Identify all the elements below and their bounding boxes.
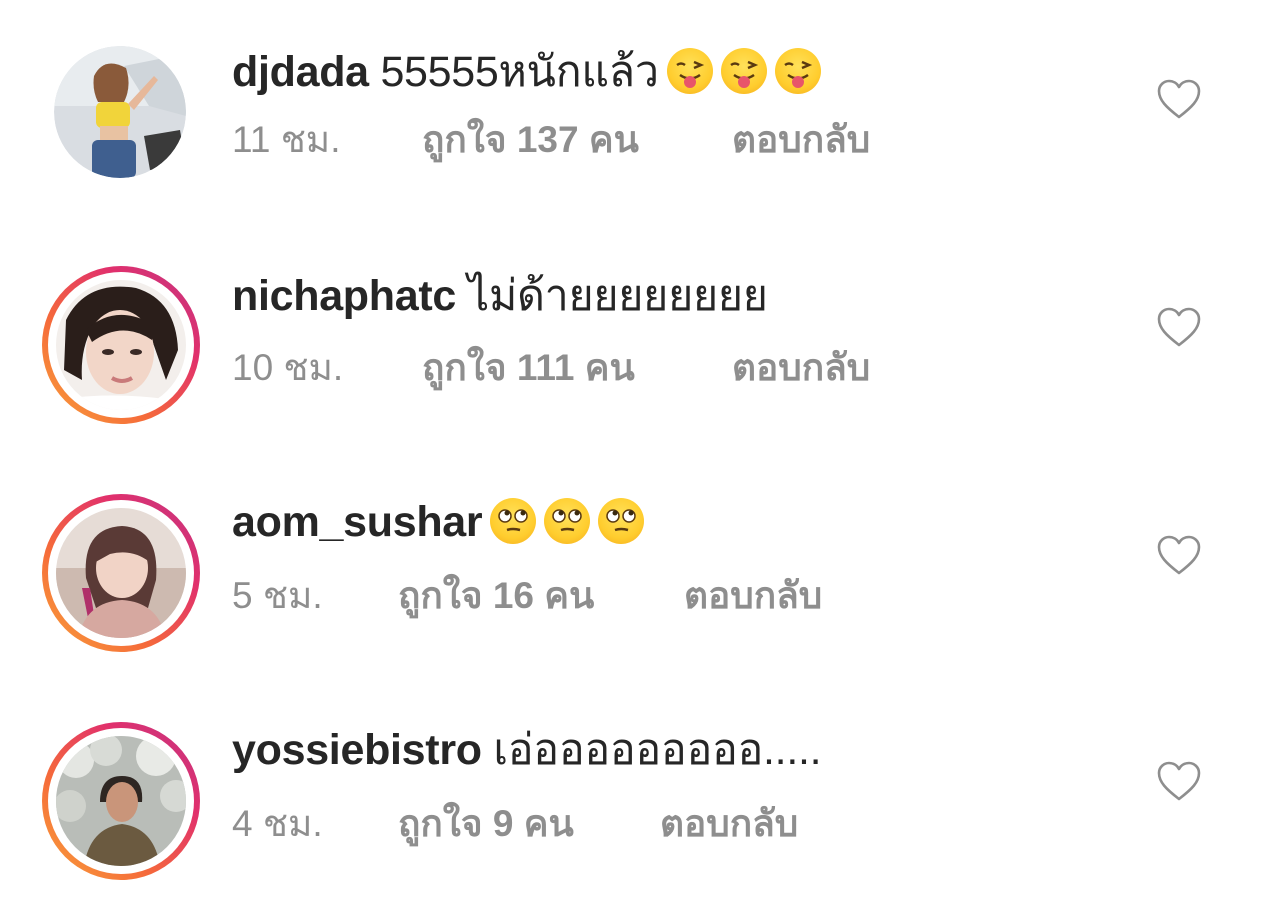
comment-meta: 5 ชม. ถูกใจ 16 คน ตอบกลับ [232,574,822,618]
avatar-photo [54,46,186,178]
avatar[interactable] [42,266,200,424]
comment-item: nichaphatc ไม่ด้ายยยยยยยย 10 ชม. ถูกใจ 11… [0,256,1280,456]
comment-item: djdada 55555หนักแล้ว 11 ชม. ถูกใจ 137 คนต… [0,30,1280,230]
tongue-wink-emoji-icon [666,48,713,94]
rolling-eyes-emoji-icon [598,498,645,544]
comment-line: aom_sushar [232,496,645,548]
comment-meta: 10 ชม. ถูกใจ 111 คน ตอบกลับ [232,346,870,390]
reply-button[interactable]: ตอบกลับ [732,346,870,390]
comment-text: ไม่ด้ายยยยยยยย [467,272,768,320]
heart-outline-icon[interactable] [1156,306,1202,348]
comment-username[interactable]: aom_sushar [232,498,483,546]
tongue-wink-emoji-icon [774,48,821,94]
comment-line: nichaphatc ไม่ด้ายยยยยยยย [232,270,768,322]
reply-button[interactable]: ตอบกลับ [732,118,870,162]
heart-outline-icon[interactable] [1156,78,1202,120]
reply-button[interactable]: ตอบกลับ [684,574,822,618]
avatar-photo [56,508,186,638]
avatar[interactable] [42,722,200,880]
comment-item: aom_sushar 5 ชม. ถูกใจ 16 คน ตอบกลับ [0,484,1280,684]
avatar-photo [56,280,186,410]
comment-likes[interactable]: ถูกใจ 137 คน [422,118,732,162]
avatar[interactable] [54,46,186,178]
avatar[interactable] [42,494,200,652]
rolling-eyes-emoji-icon [544,498,591,544]
comment-username[interactable]: nichaphatc [232,272,456,320]
comment-likes[interactable]: ถูกใจ 111 คน [422,346,732,390]
comment-line: djdada 55555หนักแล้ว [232,46,821,98]
comment-time: 10 ชม. [232,347,344,388]
comment-text: เอ่อออออออออ..... [493,726,822,774]
reply-button[interactable]: ตอบกลับ [660,802,798,846]
comment-username[interactable]: yossiebistro [232,726,482,774]
comment-line: yossiebistro เอ่อออออออออ..... [232,724,822,776]
comment-time: 5 ชม. [232,575,323,616]
comment-list: djdada 55555หนักแล้ว 11 ชม. ถูกใจ 137 คนต… [0,0,1280,884]
comment-username[interactable]: djdada [232,48,369,96]
avatar-photo [56,736,186,866]
comment-time: 4 ชม. [232,803,323,844]
rolling-eyes-emoji-icon [490,498,537,544]
comment-likes[interactable]: ถูกใจ 9 คน [398,802,660,846]
comment-time: 11 ชม. [232,119,341,160]
comment-likes[interactable]: ถูกใจ 16 คน [398,574,684,618]
heart-outline-icon[interactable] [1156,760,1202,802]
comment-item: yossiebistro เอ่อออออออออ..... 4 ชม. ถูกใ… [0,712,1280,912]
heart-outline-icon[interactable] [1156,534,1202,576]
tongue-wink-emoji-icon [720,48,767,94]
comment-meta: 4 ชม. ถูกใจ 9 คน ตอบกลับ [232,802,798,846]
comment-meta: 11 ชม. ถูกใจ 137 คน ตอบกลับ [232,118,870,162]
comment-text: 55555หนักแล้ว [380,48,659,96]
